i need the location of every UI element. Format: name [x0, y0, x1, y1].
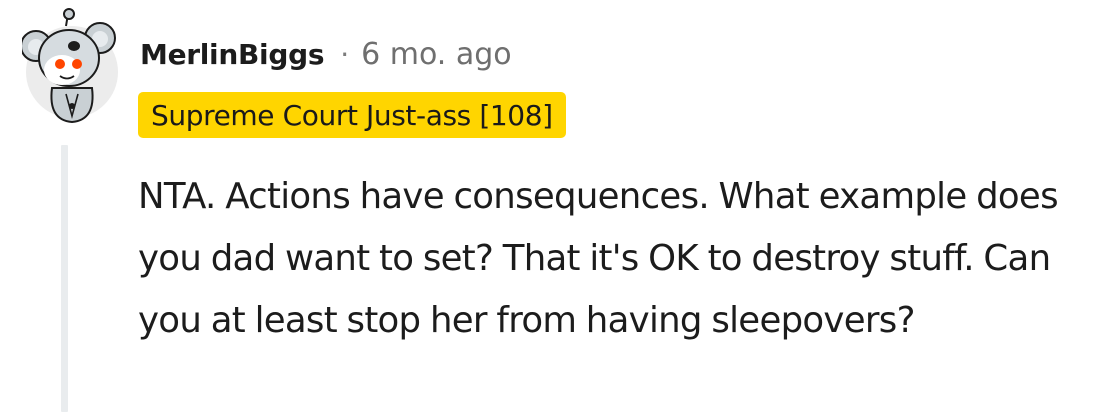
author-username[interactable]: MerlinBiggs	[140, 38, 324, 71]
separator-dot: ·	[340, 37, 350, 71]
comment-timestamp[interactable]: 6 mo. ago	[361, 37, 512, 72]
comment-header: MerlinBiggs · 6 mo. ago	[140, 30, 512, 78]
thread-line[interactable]	[61, 145, 68, 412]
comment-body: NTA. Actions have consequences. What exa…	[138, 176, 1059, 341]
user-flair: Supreme Court Just-ass [108]	[138, 92, 566, 138]
koala-avatar-icon[interactable]	[20, 8, 122, 126]
comment: MerlinBiggs · 6 mo. ago Supreme Court Ju…	[0, 0, 1115, 412]
